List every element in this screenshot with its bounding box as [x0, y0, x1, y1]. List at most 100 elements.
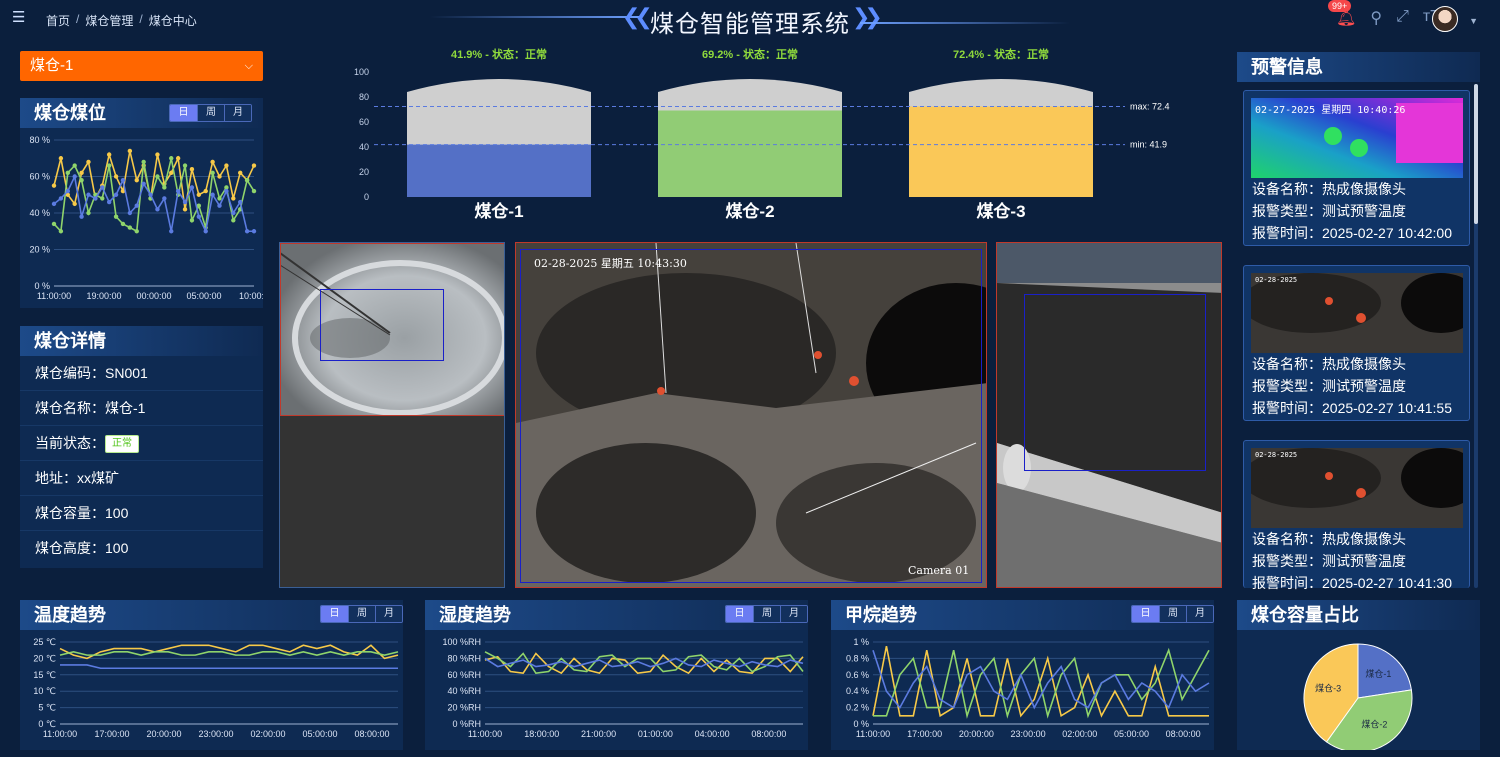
silo-name-label: 煤仓-3 [976, 201, 1025, 221]
chevron-down-icon[interactable]: ▼ [1469, 16, 1478, 26]
video-feed-3[interactable] [996, 242, 1222, 588]
bell-icon[interactable]: 🔔︎ 99+ [1328, 0, 1356, 28]
data-point [58, 196, 64, 201]
x-tick-label: 01:00:00 [638, 729, 673, 739]
alerts-scrollbar-thumb[interactable] [1474, 84, 1478, 224]
search-icon[interactable]: ⚲ [1370, 8, 1382, 28]
video-feed-main[interactable]: 02-28-2025 星期五 10:43:30 Camera 01 [515, 242, 987, 588]
period-month-button[interactable]: 月 [375, 606, 402, 622]
chevron-right-decoration-icon: ❯❯ [852, 4, 883, 29]
silo-select[interactable]: 煤仓-1 ⌵ [20, 51, 263, 81]
data-point [175, 156, 181, 161]
methane-panel: 甲烷趋势 日 周 月 1 % 0.8 % 0.6 % 0.4 % 0.2 % 0 % 11:… [831, 600, 1214, 750]
period-week-button[interactable]: 周 [348, 606, 375, 622]
period-month-button[interactable]: 月 [1186, 606, 1213, 622]
data-point [134, 203, 139, 208]
alert-time-value: 2025-02-27 10:42:00 [1322, 225, 1452, 241]
period-week-button[interactable]: 周 [197, 105, 224, 121]
details-panel: 煤仓详情 煤仓编码：SN001 煤仓名称：煤仓-1 当前状态： 正常 地址：xx煤… [20, 326, 263, 568]
temperature-chart: 25 ℃ 20 ℃ 15 ℃ 10 ℃ 5 ℃ 0 ℃11:00:00 17:00:00 20… [33, 637, 399, 739]
data-point [162, 185, 167, 190]
data-point [251, 229, 257, 234]
data-point [238, 199, 243, 205]
data-point [65, 170, 70, 176]
alert-device-value: 热成像摄像头 [1322, 181, 1406, 197]
data-point [72, 163, 77, 168]
x-tick-label: 10:00:0 [239, 291, 263, 301]
data-point [231, 196, 236, 201]
y-tick-label: 0.8 % [846, 653, 869, 663]
video-feed-1[interactable] [279, 242, 505, 588]
alert-type: 报警类型：测试预警温度 [1252, 201, 1406, 221]
period-day-button[interactable]: 日 [726, 606, 753, 622]
alert-image: 02-28-2025 [1251, 448, 1463, 528]
period-week-button[interactable]: 周 [1159, 606, 1186, 622]
data-point [196, 214, 202, 219]
capacity-panel: 煤仓容量占比 煤仓-1 煤仓-2 煤仓-3 [1237, 600, 1480, 753]
data-point [155, 152, 160, 157]
data-point [169, 229, 174, 234]
chevron-down-icon: ⌵ [244, 60, 253, 72]
y-tick-label: 25 ℃ [33, 637, 56, 647]
data-point [203, 188, 208, 194]
detail-row-name: 煤仓名称：煤仓-1 [20, 391, 263, 426]
period-week-button[interactable]: 周 [753, 606, 780, 622]
alert-device-label: 设备名称： [1252, 356, 1322, 372]
data-point [182, 199, 188, 205]
x-tick-label: 05:00:00 [186, 291, 221, 301]
detail-value: xx煤矿 [77, 470, 119, 486]
data-point [100, 185, 105, 190]
y-tick-label: 0.4 % [846, 686, 869, 696]
pie-slice-label: 煤仓-2 [1361, 719, 1387, 730]
y-tick-label: 0 % [34, 281, 50, 291]
period-month-button[interactable]: 月 [224, 105, 251, 121]
x-tick-label: 17:00:00 [907, 729, 942, 739]
alert-card[interactable]: 02-27-2025 星期四 10:40:26 设备名称：热成像摄像头 报警类型… [1243, 90, 1470, 246]
data-point [162, 196, 167, 201]
x-tick-label: 11:00:00 [856, 729, 890, 739]
data-point [244, 177, 250, 183]
period-month-button[interactable]: 月 [780, 606, 807, 622]
detail-value: SN001 [105, 365, 148, 381]
data-point [106, 163, 112, 168]
alert-device-label: 设备名称： [1252, 531, 1322, 547]
y-tick-label: 0 %RH [452, 719, 481, 729]
silo-fill-bar[interactable] [658, 110, 842, 198]
alert-card[interactable]: 02-28-2025 设备名称：热成像摄像头 报警类型：测试预警温度 报警时间：… [1243, 265, 1470, 421]
alert-type-label: 报警类型： [1252, 553, 1322, 569]
x-tick-label: 02:00:00 [250, 729, 285, 739]
capacity-pie-chart: 煤仓-1 煤仓-2 煤仓-3 [1303, 643, 1413, 753]
y-tick-label: 0 [364, 192, 369, 202]
fullscreen-icon[interactable]: ⤢ [1396, 8, 1409, 28]
data-point [51, 183, 57, 188]
silo-name-label: 煤仓-2 [725, 201, 774, 221]
detail-row-capacity: 煤仓容量：100 [20, 496, 263, 531]
alert-time: 报警时间：2025-02-27 10:42:00 [1252, 223, 1452, 243]
pie-slice-label: 煤仓-1 [1365, 668, 1391, 679]
period-day-button[interactable]: 日 [321, 606, 348, 622]
humidity-period-switch: 日 周 月 [725, 605, 808, 623]
detection-box [1024, 294, 1206, 471]
silo-fill-bar[interactable] [909, 106, 1093, 198]
alert-card[interactable]: 02-28-2025 设备名称：热成像摄像头 报警类型：测试预警温度 报警时间：… [1243, 440, 1470, 591]
reference-label: min: 41.9 [1130, 140, 1167, 150]
period-day-button[interactable]: 日 [1132, 606, 1159, 622]
data-point [148, 192, 153, 197]
period-day-button[interactable]: 日 [170, 105, 197, 121]
silo-fill-bar[interactable] [407, 144, 591, 197]
status-badge: 正常 [105, 435, 139, 454]
level-period-switch: 日 周 月 [169, 104, 252, 122]
avatar[interactable] [1432, 6, 1458, 32]
alert-type: 报警类型：测试预警温度 [1252, 551, 1406, 571]
methane-chart: 1 % 0.8 % 0.6 % 0.4 % 0.2 % 0 %11:00:00 17:00:… [846, 637, 1210, 739]
alert-time-label: 报警时间： [1252, 400, 1322, 416]
alert-type-label: 报警类型： [1252, 203, 1322, 219]
x-tick-label: 05:00:00 [1114, 729, 1149, 739]
data-point [210, 192, 215, 197]
x-tick-label: 08:00:00 [1166, 729, 1201, 739]
x-tick-label: 17:00:00 [94, 729, 129, 739]
alert-time-label: 报警时间： [1252, 225, 1322, 241]
alert-device: 设备名称：热成像摄像头 [1252, 354, 1406, 374]
temperature-panel: 温度趋势 日 周 月 25 ℃ 20 ℃ 15 ℃ 10 ℃ 5 ℃ 0 ℃ 11:00:0… [20, 600, 403, 750]
data-point [210, 159, 215, 165]
